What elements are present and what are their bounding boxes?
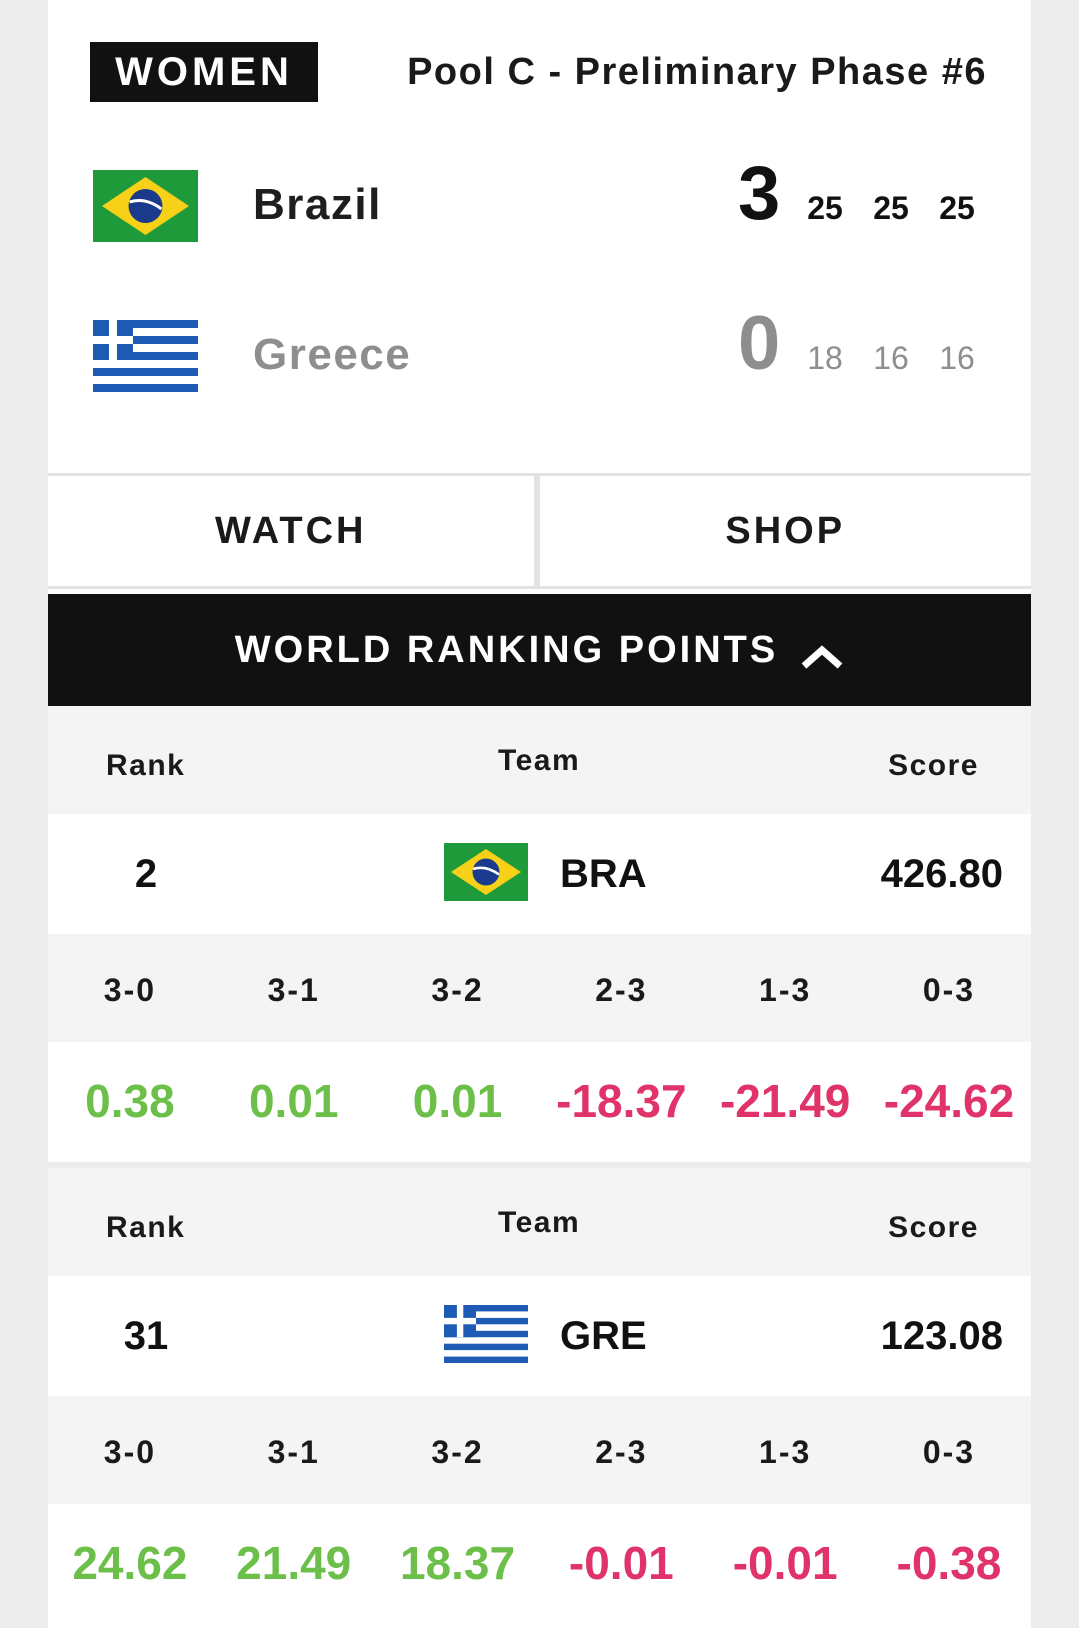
rank-value: 31: [123, 1314, 169, 1358]
sets-won: 0: [738, 301, 781, 386]
team-code: GRE: [560, 1314, 647, 1358]
match-card: WOMEN Pool C - Preliminary Phase #6 Braz…: [48, 0, 1031, 1628]
ranking-block-bra: Rank Team Score 2 BRA 426.80 3-0 3-1 3-2: [48, 706, 1031, 1162]
result-deltas: 24.62 21.49 18.37 -0.01 -0.01 -0.38: [48, 1504, 1031, 1624]
set-score: 18: [807, 340, 843, 376]
brazil-flag-icon: [442, 841, 530, 903]
brazil-flag-icon: [90, 167, 201, 245]
points-delta: -24.62: [883, 1075, 1015, 1127]
score-header: Score: [888, 749, 979, 782]
chevron-up-icon: [800, 637, 844, 669]
result-label: 3-0: [103, 1434, 157, 1470]
ranking-team-row: 2 BRA 426.80: [48, 814, 1031, 934]
world-ranking-toggle[interactable]: WORLD RANKING POINTS: [48, 594, 1031, 706]
points-delta: 0.38: [85, 1075, 175, 1127]
team-row-home[interactable]: Brazil 3 25 25 25: [48, 156, 1031, 254]
watch-button[interactable]: WATCH: [48, 476, 540, 589]
ranking-team-row: 31 GRE 123.08: [48, 1276, 1031, 1396]
result-label: 3-1: [267, 972, 320, 1008]
result-label: 2-3: [595, 972, 648, 1008]
sets-won: 3: [738, 151, 781, 236]
set-score: 16: [873, 340, 909, 376]
points-delta: -18.37: [556, 1075, 687, 1127]
result-label: 0-3: [922, 972, 976, 1008]
points-delta: 0.01: [412, 1075, 503, 1127]
team-name: Brazil: [253, 180, 382, 229]
result-label: 1-3: [759, 1434, 812, 1470]
result-label: 3-0: [103, 972, 157, 1008]
team-code: BRA: [560, 852, 647, 896]
team-name: Greece: [253, 330, 412, 379]
result-label: 3-2: [431, 972, 484, 1008]
points-delta: -0.01: [568, 1537, 674, 1589]
result-label: 0-3: [922, 1434, 976, 1470]
shop-button[interactable]: SHOP: [539, 476, 1031, 589]
result-labels: 3-0 3-1 3-2 2-3 1-3 0-3: [48, 1396, 1031, 1504]
set-score: 16: [939, 340, 975, 376]
greece-flag-icon: [442, 1303, 530, 1365]
match-phase: Pool C - Preliminary Phase #6: [407, 50, 987, 93]
points-delta: 21.49: [236, 1537, 352, 1589]
rank-header: Rank: [106, 749, 186, 782]
team-row-away[interactable]: Greece 0 18 16 16: [48, 306, 1031, 404]
world-ranking-title: WORLD RANKING POINTS: [234, 628, 779, 671]
points-delta: 24.62: [72, 1537, 188, 1589]
score-value: 426.80: [880, 852, 1003, 896]
set-score: 25: [939, 190, 975, 226]
result-label: 2-3: [595, 1434, 648, 1470]
match-actions: WATCH SHOP: [48, 473, 1031, 589]
points-delta: 0.01: [248, 1075, 339, 1127]
score-header: Score: [888, 1211, 979, 1244]
points-delta: 18.37: [399, 1537, 516, 1589]
rank-header: Rank: [106, 1211, 186, 1244]
greece-flag-icon: [90, 317, 201, 395]
points-delta: -21.49: [719, 1075, 851, 1127]
result-labels: 3-0 3-1 3-2 2-3 1-3 0-3: [48, 934, 1031, 1042]
score-value: 123.08: [880, 1314, 1003, 1358]
result-label: 1-3: [759, 972, 812, 1008]
ranking-block-gre: Rank Team Score 31 GRE 123.08 3-0 3-1 3-…: [48, 1168, 1031, 1624]
result-label: 3-2: [431, 1434, 484, 1470]
team-header: Team: [498, 744, 581, 777]
set-score: 25: [873, 190, 909, 226]
rank-value: 2: [134, 852, 158, 896]
set-score: 25: [807, 190, 843, 226]
ranking-header: Rank Team Score: [48, 706, 1031, 814]
result-label: 3-1: [267, 1434, 320, 1470]
result-deltas: 0.38 0.01 0.01 -18.37 -21.49 -24.62: [48, 1042, 1031, 1162]
points-delta: -0.01: [732, 1537, 838, 1589]
ranking-header: Rank Team Score: [48, 1168, 1031, 1276]
category-badge: WOMEN: [90, 42, 318, 102]
team-header: Team: [498, 1206, 581, 1239]
points-delta: -0.38: [896, 1537, 1002, 1589]
